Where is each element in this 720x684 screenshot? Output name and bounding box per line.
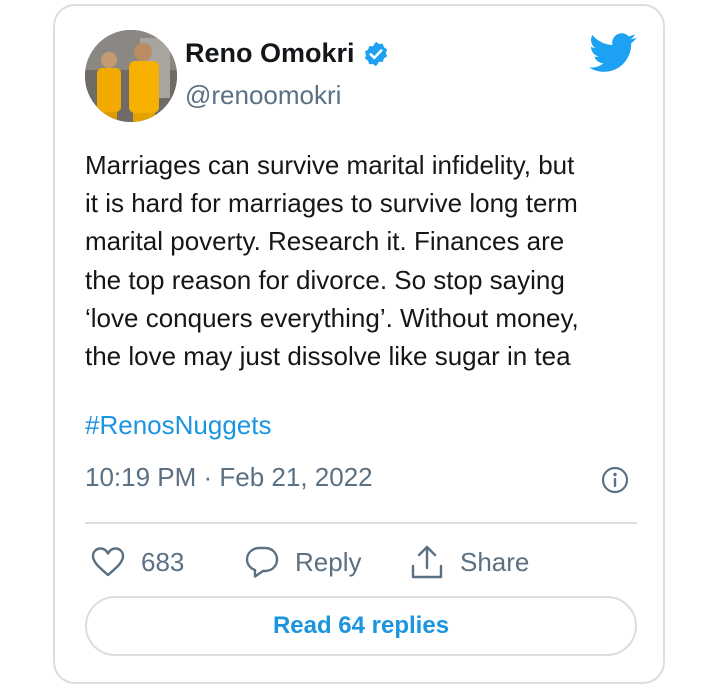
info-icon[interactable] bbox=[601, 466, 629, 494]
like-button[interactable]: 683 bbox=[91, 540, 184, 584]
avatar[interactable] bbox=[85, 30, 177, 122]
avatar-photo bbox=[85, 30, 177, 122]
action-bar: 683 Reply Share bbox=[85, 540, 645, 584]
share-icon bbox=[411, 545, 443, 579]
like-count: 683 bbox=[141, 546, 185, 577]
hashtag-link[interactable]: #RenosNuggets bbox=[85, 410, 271, 441]
verified-badge-icon bbox=[362, 40, 390, 68]
read-replies-button[interactable]: Read 64 replies bbox=[85, 596, 637, 656]
author-handle[interactable]: @renoomokri bbox=[185, 80, 341, 111]
divider bbox=[85, 522, 637, 524]
reply-bubble-icon bbox=[245, 546, 279, 578]
tweet-timestamp[interactable]: 10:19 PM · Feb 21, 2022 bbox=[85, 462, 373, 493]
tweet-text: Marriages can survive marital infidelity… bbox=[85, 150, 579, 372]
tweet-card: Reno Omokri @renoomokri Marriages can su… bbox=[53, 4, 665, 684]
reply-button[interactable]: Reply bbox=[245, 540, 361, 584]
twitter-bird-icon[interactable] bbox=[589, 32, 637, 74]
reply-label: Reply bbox=[295, 546, 362, 577]
heart-icon bbox=[91, 547, 125, 577]
author-name[interactable]: Reno Omokri bbox=[185, 38, 355, 69]
share-label: Share bbox=[460, 546, 530, 577]
author-name-row[interactable]: Reno Omokri bbox=[185, 38, 390, 69]
share-button[interactable]: Share bbox=[410, 540, 529, 584]
